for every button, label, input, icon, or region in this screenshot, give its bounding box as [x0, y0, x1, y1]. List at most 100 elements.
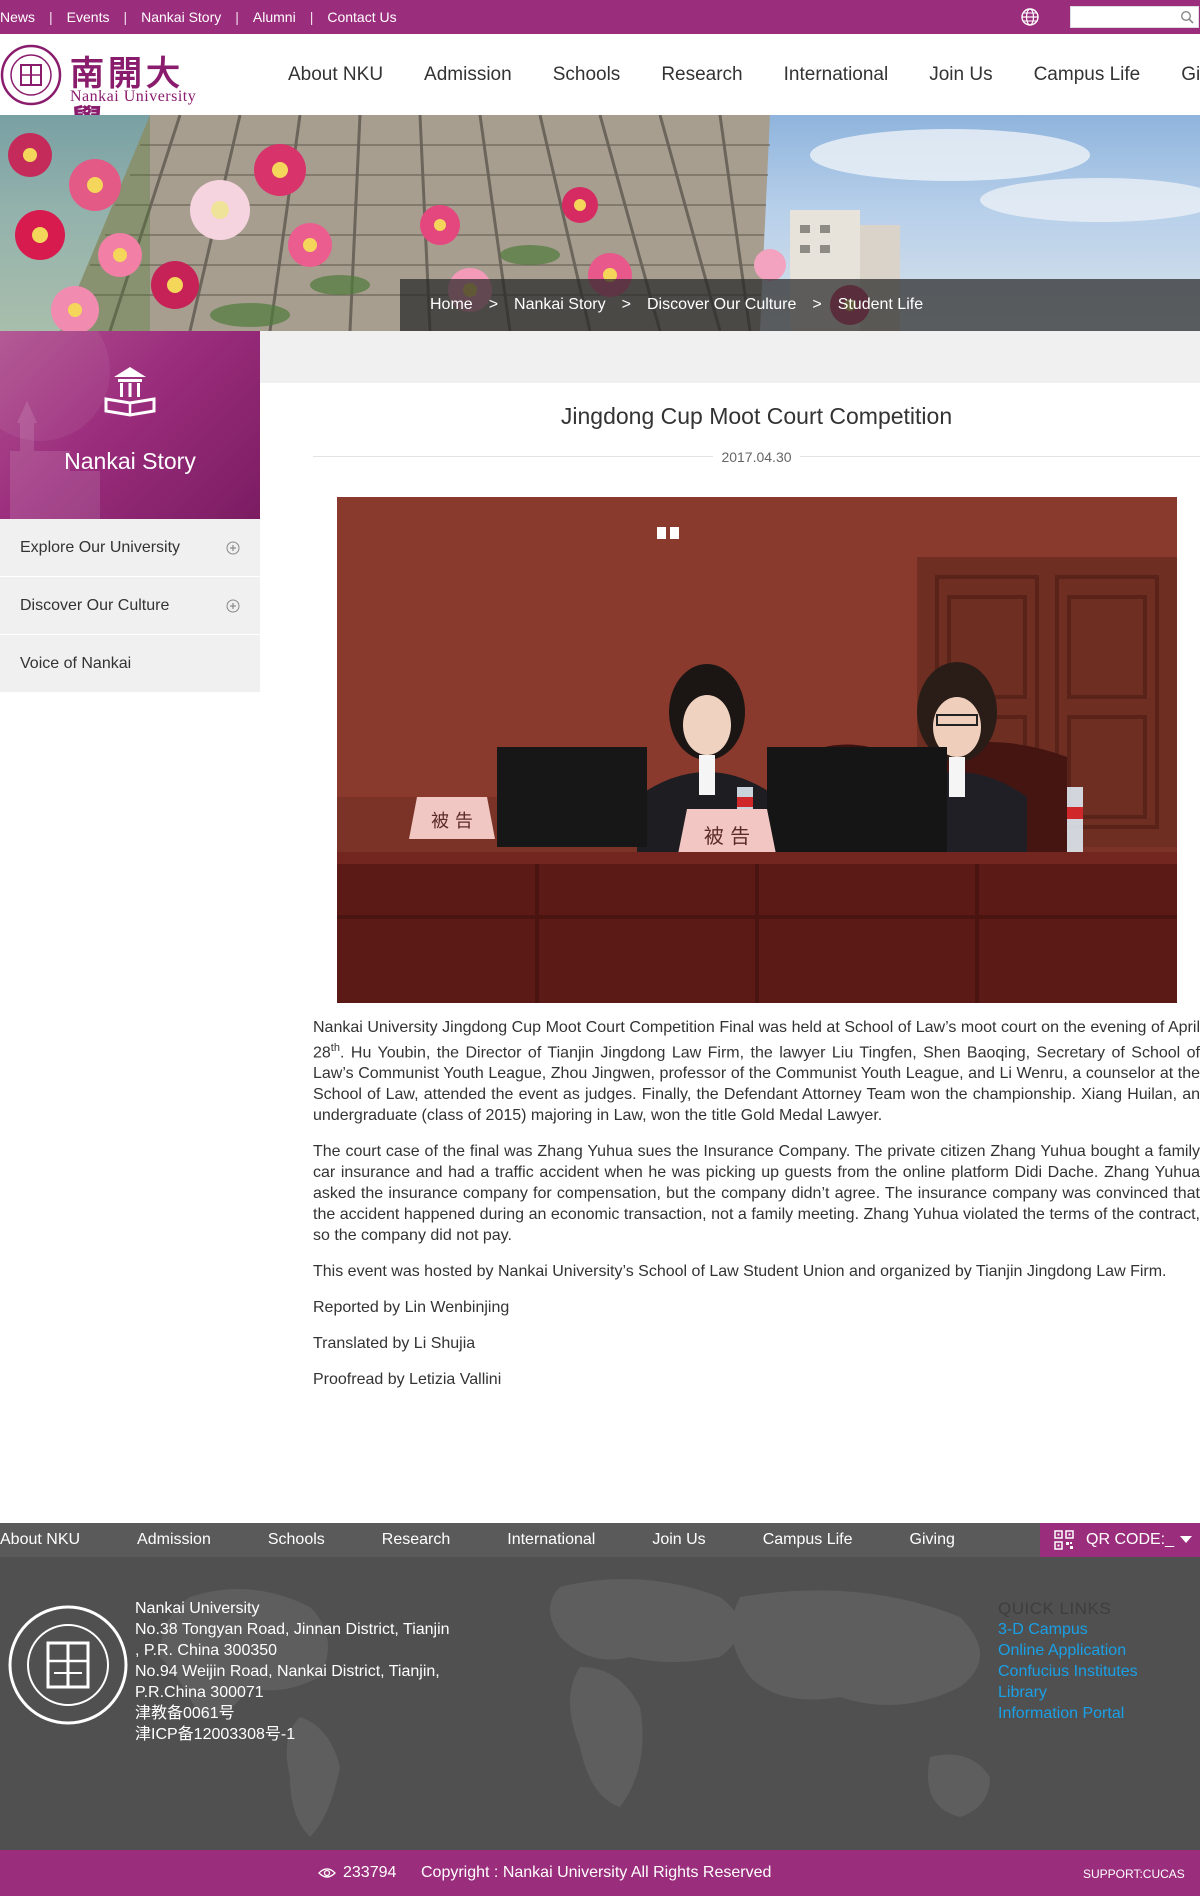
sidebar-item-label: Discover Our Culture	[20, 596, 170, 614]
footer-main: Nankai University No.38 Tongyan Road, Ji…	[0, 1557, 1200, 1850]
footer-nav-about-nku[interactable]: About NKU	[0, 1531, 80, 1549]
footer-nav-research[interactable]: Research	[382, 1531, 450, 1549]
footer-nav-join-us[interactable]: Join Us	[652, 1531, 705, 1549]
icp-number: 津ICP备12003308号-1	[135, 1726, 296, 1743]
article-credit-proofreader: Proofread by Letizia Vallini	[313, 1371, 502, 1389]
quick-link-confucius-institutes[interactable]: Confucius Institutes	[998, 1661, 1138, 1682]
utility-link-events[interactable]: Events	[67, 9, 110, 25]
top-utility-bar: News | Events | Nankai Story | Alumni | …	[0, 0, 1200, 34]
article-credit-reporter: Reported by Lin Wenbinjing	[313, 1299, 510, 1317]
footer-nav-campus-life[interactable]: Campus Life	[763, 1531, 853, 1549]
quick-link-online-application[interactable]: Online Application	[998, 1640, 1138, 1661]
support-link[interactable]: SUPPORT:CUCAS	[1083, 1867, 1185, 1881]
utility-link-contact-us[interactable]: Contact Us	[327, 9, 396, 25]
nav-giving[interactable]: Giving	[1181, 64, 1200, 86]
address-line: No.94 Weijin Road, Nankai District, Tian…	[135, 1663, 440, 1680]
nav-schools[interactable]: Schools	[553, 64, 621, 86]
breadcrumb-nankai-story[interactable]: Nankai Story	[514, 296, 606, 314]
search-input[interactable]	[1071, 7, 1171, 27]
sidebar: Nankai Story Explore Our University Disc…	[0, 331, 260, 693]
search-box	[1070, 6, 1199, 28]
quick-link-information-portal[interactable]: Information Portal	[998, 1703, 1138, 1724]
sidebar-item-voice-of-nankai[interactable]: Voice of Nankai	[0, 635, 260, 693]
globe-icon[interactable]	[1020, 7, 1040, 27]
article-paragraph: Nankai University Jingdong Cup Moot Cour…	[313, 1019, 1200, 1125]
university-seal-icon	[8, 1605, 128, 1725]
expand-plus-icon[interactable]	[226, 541, 240, 555]
separator: |	[235, 9, 239, 25]
article-paragraph: The court case of the final was Zhang Yu…	[313, 1143, 1200, 1245]
address-line: P.R.China 300071	[135, 1684, 264, 1701]
expand-plus-icon[interactable]	[226, 599, 240, 613]
separator: |	[49, 9, 53, 25]
sidebar-building-silhouette	[0, 331, 110, 519]
footer-nav-giving[interactable]: Giving	[910, 1531, 955, 1549]
content-top-strip	[260, 331, 1200, 383]
footer-nav-schools[interactable]: Schools	[268, 1531, 325, 1549]
eye-icon	[318, 1868, 336, 1878]
utility-link-nankai-story[interactable]: Nankai Story	[141, 9, 221, 25]
breadcrumb-separator: >	[621, 296, 631, 313]
main-navigation: About NKU Admission Schools Research Int…	[288, 64, 1200, 86]
footer-bottom-bar: 233794 Copyright : Nankai University All…	[0, 1850, 1200, 1896]
qr-code-icon	[1054, 1530, 1074, 1550]
utility-link-alumni[interactable]: Alumni	[253, 9, 296, 25]
breadcrumb-home[interactable]: Home	[430, 296, 473, 314]
article-photo: 被 告 被 告	[337, 497, 1177, 1003]
search-icon[interactable]	[1180, 10, 1194, 24]
library-book-icon	[104, 367, 156, 417]
qr-code-label: QR CODE:_	[1086, 1531, 1175, 1548]
article-credit-translator: Translated by Li Shujia	[313, 1335, 476, 1353]
sidebar-title: Nankai Story	[64, 448, 196, 474]
sidebar-item-discover-our-culture[interactable]: Discover Our Culture	[0, 577, 260, 635]
breadcrumb-separator: >	[488, 296, 499, 313]
nav-campus-life[interactable]: Campus Life	[1034, 64, 1141, 86]
copyright-text: Copyright : Nankai University All Rights…	[421, 1864, 772, 1881]
nav-research[interactable]: Research	[661, 64, 742, 86]
university-seal-icon	[0, 44, 62, 106]
utility-links: News | Events | Nankai Story | Alumni | …	[0, 9, 397, 25]
visit-counter: 233794	[343, 1864, 397, 1881]
separator: |	[309, 9, 314, 25]
breadcrumb-separator: >	[812, 296, 822, 313]
sidebar-item-label: Explore Our University	[20, 538, 181, 556]
article-body: Nankai University Jingdong Cup Moot Cour…	[313, 1017, 1200, 1405]
address-line: No.38 Tongyan Road, Jinnan District, Tia…	[135, 1621, 450, 1638]
nav-admission[interactable]: Admission	[424, 64, 512, 86]
defendant-placard-text: 被 告	[431, 811, 473, 832]
footer-address: Nankai University No.38 Tongyan Road, Ji…	[135, 1598, 450, 1745]
article-date: 2017.04.30	[313, 449, 1200, 465]
footer-nav-international[interactable]: International	[507, 1531, 595, 1549]
site-header: 南開大學 Nankai University About NKU Admissi…	[0, 34, 1200, 143]
address-line: , P.R. China 300350	[135, 1642, 278, 1659]
logo-english-name: Nankai University	[70, 88, 197, 105]
breadcrumb: Home > Nankai Story > Discover Our Cultu…	[400, 279, 1200, 331]
qr-code-toggle[interactable]: QR CODE:_	[1040, 1523, 1200, 1557]
sidebar-item-label: Voice of Nankai	[20, 654, 132, 672]
nav-join-us[interactable]: Join Us	[929, 64, 992, 86]
footer-navigation: About NKU Admission Schools Research Int…	[0, 1523, 1200, 1557]
sidebar-menu: Explore Our University Discover Our Cult…	[0, 519, 260, 693]
quick-link-library[interactable]: Library	[998, 1682, 1138, 1703]
article: Jingdong Cup Moot Court Competition 2017…	[313, 383, 1200, 1388]
caret-down-icon	[1180, 1536, 1192, 1543]
nav-about-nku[interactable]: About NKU	[288, 64, 383, 86]
breadcrumb-current: Student Life	[837, 296, 924, 313]
quick-links: QUICK LINKS 3-D Campus Online Applicatio…	[998, 1598, 1138, 1724]
moot-court-photo-illustration: 被 告 被 告	[337, 497, 1177, 1003]
quick-link-3d-campus[interactable]: 3-D Campus	[998, 1619, 1138, 1640]
address-line: Nankai University	[135, 1600, 260, 1617]
breadcrumb-discover-our-culture[interactable]: Discover Our Culture	[647, 296, 796, 314]
article-title: Jingdong Cup Moot Court Competition	[560, 403, 953, 429]
article-paragraph: This event was hosted by Nankai Universi…	[313, 1263, 1167, 1281]
footer-nav-admission[interactable]: Admission	[137, 1531, 211, 1549]
registration-number: 津教备0061号	[135, 1705, 235, 1722]
nav-international[interactable]: International	[784, 64, 889, 86]
banner-image: Home > Nankai Story > Discover Our Cultu…	[0, 115, 1200, 331]
separator: |	[123, 9, 128, 25]
utility-link-news[interactable]: News	[0, 9, 35, 25]
university-logo[interactable]: 南開大學 Nankai University	[0, 44, 210, 143]
defendant-placard-text: 被 告	[704, 824, 750, 848]
sidebar-header: Nankai Story	[0, 331, 260, 519]
sidebar-item-explore-our-university[interactable]: Explore Our University	[0, 519, 260, 577]
